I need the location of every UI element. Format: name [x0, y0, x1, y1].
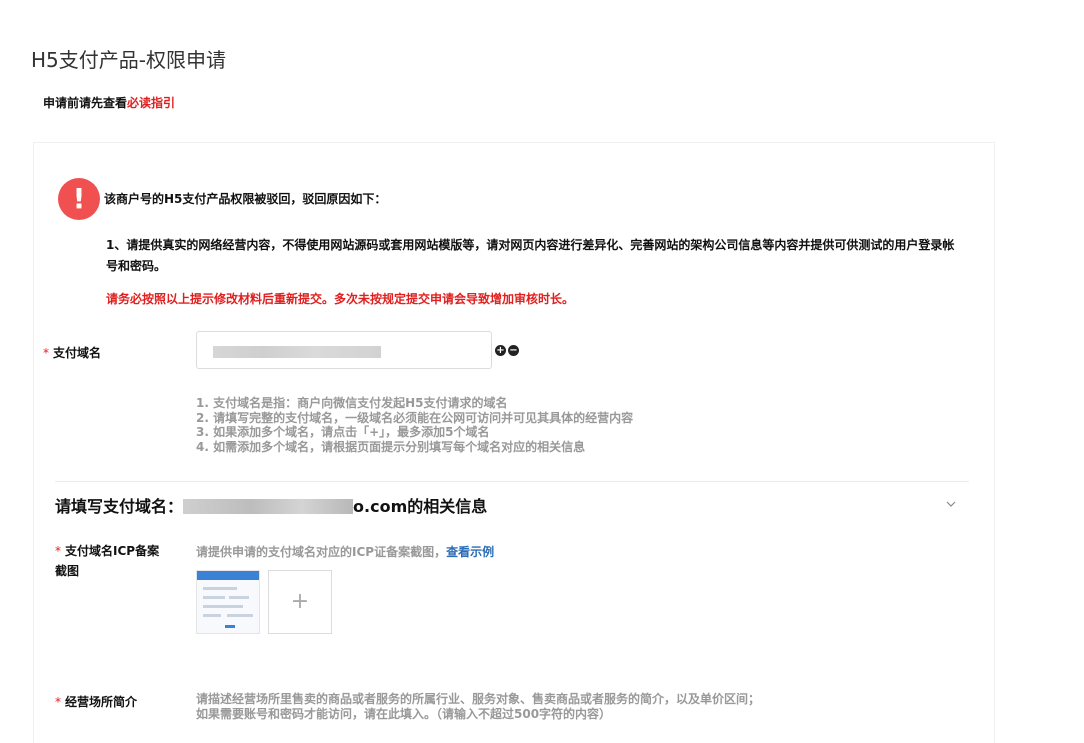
reject-reason: 1、请提供真实的网络经营内容，不得使用网站源码或套用网站模版等，请对网页内容进行… [106, 238, 955, 273]
required-mark: * [55, 695, 61, 709]
business-label: * 经营场所简介 [55, 692, 137, 712]
section-suffix: o.com的相关信息 [353, 497, 488, 516]
add-domain-button[interactable]: + [495, 345, 506, 356]
plus-icon: + [290, 589, 310, 614]
domain-label: * 支付域名 [43, 343, 101, 363]
icp-description: 请提供申请的支付域名对应的ICP证备案截图，查看示例 [196, 543, 494, 560]
section-prefix: 请填写支付域名： [55, 497, 184, 516]
reject-title: 该商户号的H5支付产品权限被驳回，驳回原因如下： [104, 192, 387, 206]
upload-button[interactable]: + [268, 570, 332, 634]
reject-warning: 请务必按照以上提示修改材料后重新提交。多次未按规定提交申请会导致增加审核时长。 [106, 292, 575, 306]
hint-line: 2. 请填写完整的支付域名，一级域名必须能在公网可访问并可见其具体的经营内容 [196, 410, 634, 425]
hint-line: 4. 如需添加多个域名，请根据页面提示分别填写每个域名对应的相关信息 [196, 439, 586, 454]
domain-input[interactable] [196, 331, 492, 369]
error-icon: ! [58, 178, 100, 220]
thumbnail-line [203, 614, 221, 617]
domain-hints: 1. 支付域名是指：商户向微信支付发起H5支付请求的域名 2. 请填写完整的支付… [196, 396, 633, 454]
view-example-link[interactable]: 查看示例 [446, 545, 494, 559]
thumbnail-line [203, 605, 243, 608]
chevron-down-icon[interactable] [946, 499, 956, 509]
hint-line: 1. 支付域名是指：商户向微信支付发起H5支付请求的域名 [196, 396, 508, 410]
domain-section-header[interactable]: 请填写支付域名： o.com的相关信息 [55, 493, 487, 517]
required-mark: * [43, 346, 49, 360]
icp-desc-text: 请提供申请的支付域名对应的ICP证备案截图， [196, 545, 447, 559]
redacted-domain [213, 346, 381, 358]
thumbnail-line [203, 596, 225, 599]
business-desc-line: 如果需要账号和密码才能访问，请在此填入。（请输入不超过500字符的内容） [196, 707, 612, 721]
business-description: 请描述经营场所里售卖的商品或者服务的所属行业、服务对象、售卖商品或者服务的简介，… [196, 692, 760, 722]
thumbnail-header [197, 571, 259, 580]
business-desc-line: 请描述经营场所里售卖的商品或者服务的所属行业、服务对象、售卖商品或者服务的简介，… [196, 692, 761, 706]
thumbnail-line [229, 596, 249, 599]
section-divider [55, 481, 969, 482]
guide-line: 申请前请先查看必读指引 [43, 94, 175, 111]
icp-label-text: 支付域名ICP备案 [65, 544, 160, 558]
guide-link[interactable]: 必读指引 [127, 96, 175, 110]
icp-screenshot-thumbnail[interactable] [196, 570, 260, 634]
thumbnail-line [203, 587, 237, 590]
icp-label: * 支付域名ICP备案 截图 [55, 541, 159, 581]
thumbnail-button [225, 625, 235, 628]
domain-label-text: 支付域名 [53, 346, 102, 360]
remove-domain-button[interactable]: − [508, 345, 519, 356]
business-label-text: 经营场所简介 [65, 695, 138, 709]
required-mark: * [55, 544, 61, 558]
icp-label-text-2: 截图 [55, 564, 80, 578]
guide-prefix: 申请前请先查看 [43, 96, 128, 110]
page-title: H5支付产品-权限申请 [31, 48, 226, 72]
thumbnail-line [227, 614, 253, 617]
redacted-domain-name [183, 499, 354, 514]
hint-line: 3. 如果添加多个域名，请点击「+」，最多添加5个域名 [196, 425, 490, 439]
